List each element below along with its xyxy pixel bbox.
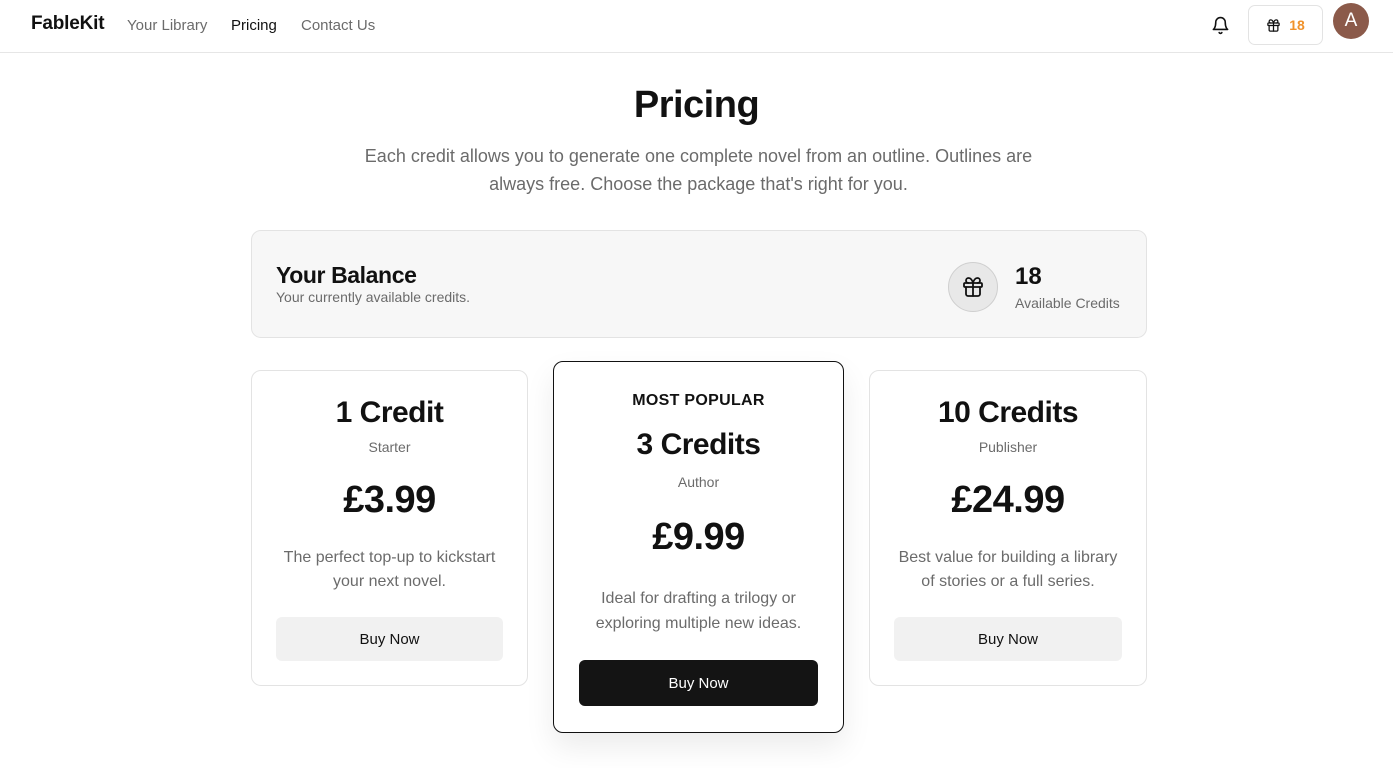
plan-description: The perfect top-up to kickstart your nex…: [283, 549, 496, 590]
notifications-button[interactable]: [1207, 12, 1233, 38]
bell-icon: [1212, 16, 1228, 34]
plan-credits: 3 Credits: [636, 428, 761, 461]
plan-card-publisher: 10 Credits Publisher £24.99 Best value f…: [869, 370, 1147, 686]
balance-description: Your currently available credits.: [276, 289, 471, 305]
plan-description: Ideal for drafting a trilogy or explorin…: [595, 590, 802, 632]
gift-icon: [1267, 18, 1280, 32]
plan-price: £24.99: [951, 479, 1065, 521]
nav-link-pricing[interactable]: Pricing: [231, 17, 277, 34]
top-nav: FableKit Your Library Pricing Contact Us…: [0, 0, 1393, 53]
plan-card-starter: 1 Credit Starter £3.99 The perfect top-u…: [251, 370, 528, 686]
nav-link-your-library[interactable]: Your Library: [127, 17, 207, 34]
plan-card-author: MOST POPULAR 3 Credits Author £9.99 Idea…: [553, 361, 844, 733]
plan-price: £9.99: [652, 516, 745, 558]
plan-price: £3.99: [343, 479, 436, 521]
buy-now-button-author[interactable]: Buy Now: [579, 660, 818, 706]
plan-description: Best value for building a library of sto…: [898, 549, 1118, 590]
page-title: Pricing: [633, 84, 760, 126]
plan-tier: Author: [677, 474, 720, 490]
plan-tier: Publisher: [978, 439, 1038, 455]
buy-now-button-starter[interactable]: Buy Now: [276, 617, 503, 661]
plan-tier: Starter: [368, 439, 411, 455]
balance-label: Available Credits: [1015, 295, 1120, 311]
nav-link-contact-us[interactable]: Contact Us: [301, 17, 375, 34]
balance-icon-circle: [948, 262, 998, 312]
balance-card: Your Balance Your currently available cr…: [251, 230, 1147, 338]
plan-credits: 1 Credit: [335, 396, 444, 429]
plan-credits: 10 Credits: [937, 396, 1079, 429]
buy-now-button-publisher[interactable]: Buy Now: [894, 617, 1122, 661]
most-popular-badge: MOST POPULAR: [632, 392, 765, 409]
credit-count: 18: [1289, 17, 1305, 33]
balance-amount: 18: [1015, 263, 1042, 290]
page-subtitle: Each credit allows you to generate one c…: [364, 146, 1033, 194]
balance-title: Your Balance: [276, 262, 417, 288]
user-avatar[interactable]: A: [1333, 3, 1369, 39]
gift-icon: [963, 277, 983, 297]
brand-logo[interactable]: FableKit: [31, 13, 105, 35]
credits-button[interactable]: 18: [1248, 5, 1323, 45]
